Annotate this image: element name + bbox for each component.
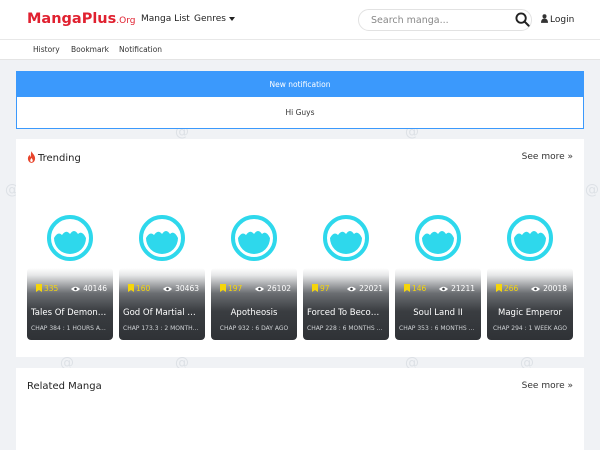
manga-title[interactable]: Tales Of Demons And Gods — [31, 308, 109, 318]
trending-label: Trending — [38, 153, 81, 164]
manga-card[interactable]: 266 20018 Magic Emperor CHAP 294 : 1 WEEK A… — [487, 268, 573, 340]
view-count-value: 30463 — [175, 284, 199, 293]
card-stats: 197 26102 — [211, 284, 297, 296]
related-title: Related Manga — [27, 381, 102, 392]
bookmark-count: 160 — [128, 284, 150, 293]
view-count: 21211 — [439, 284, 475, 293]
bookmark-count: 146 — [404, 284, 426, 293]
manga-cover-placeholder[interactable] — [506, 214, 554, 262]
trending-title: Trending — [27, 151, 81, 164]
latest-chapter[interactable]: CHAP 932 : 6 DAY AGO — [215, 325, 293, 332]
manga-cover-placeholder[interactable] — [138, 214, 186, 262]
manga-title[interactable]: Forced To Become The Villain's Son-In-La… — [307, 308, 385, 318]
bookmark-count: 335 — [36, 284, 58, 293]
bookmark-icon — [128, 284, 134, 292]
view-count: 26102 — [255, 284, 291, 293]
bookmark-count-value: 97 — [320, 284, 330, 293]
notification-body: Hi Guys — [285, 108, 315, 117]
caret-down-icon — [228, 16, 235, 21]
eye-icon — [531, 286, 541, 292]
eye-icon — [255, 286, 265, 292]
bookmark-icon — [404, 284, 410, 292]
bookmark-count-value: 197 — [228, 284, 243, 293]
manga-cover-placeholder[interactable] — [46, 214, 94, 262]
card-stats: 146 21211 — [395, 284, 481, 296]
top-header: MangaPlus.Org Manga List Genres Login — [0, 0, 600, 40]
card-stats: 335 40146 — [27, 284, 113, 296]
logo-main: MangaPlus — [27, 11, 117, 27]
latest-chapter[interactable]: CHAP 353 : 6 MONTHS AGO — [399, 325, 477, 332]
bookmark-count-value: 146 — [412, 284, 427, 293]
bookmark-count-value: 266 — [504, 284, 519, 293]
manga-title[interactable]: Apotheosis — [215, 308, 293, 318]
view-count-value: 26102 — [267, 284, 291, 293]
card-stats: 266 20018 — [487, 284, 573, 296]
manga-title[interactable]: Magic Emperor — [491, 308, 569, 318]
subnav-bookmark[interactable]: Bookmark — [71, 45, 109, 54]
nav-genres[interactable]: Genres — [194, 14, 235, 24]
eye-icon — [347, 286, 357, 292]
bookmark-count-value: 335 — [44, 284, 59, 293]
sub-navigation: History Bookmark Notification — [0, 40, 600, 60]
subnav-history[interactable]: History — [33, 45, 60, 54]
bookmark-icon — [312, 284, 318, 292]
related-see-more[interactable]: See more » — [522, 381, 573, 391]
flame-icon — [27, 151, 36, 163]
latest-chapter[interactable]: CHAP 384 : 1 HOURS AGO — [31, 325, 109, 332]
manga-card[interactable]: 97 22021 Forced To Become The Villain's So… — [303, 268, 389, 340]
nav-manga-list[interactable]: Manga List — [141, 14, 190, 24]
view-count-value: 21211 — [451, 284, 475, 293]
manga-card[interactable]: 197 26102 Apotheosis CHAP 932 : 6 DAY AGO — [211, 268, 297, 340]
manga-cover-placeholder[interactable] — [230, 214, 278, 262]
bookmark-icon — [496, 284, 502, 292]
subnav-notification[interactable]: Notification — [119, 45, 162, 54]
view-count-value: 20018 — [543, 284, 567, 293]
view-count: 22021 — [347, 284, 383, 293]
bookmark-count-value: 160 — [136, 284, 151, 293]
view-count-value: 40146 — [83, 284, 107, 293]
manga-cover-placeholder[interactable] — [322, 214, 370, 262]
latest-chapter[interactable]: CHAP 294 : 1 WEEK AGO — [491, 325, 569, 332]
latest-chapter[interactable]: CHAP 228 : 6 MONTHS AGO — [307, 325, 385, 332]
eye-icon — [439, 286, 449, 292]
notification-header: New notification — [17, 72, 583, 97]
related-section: Related Manga See more » — [16, 368, 584, 450]
search-input[interactable] — [371, 13, 505, 28]
user-icon — [541, 14, 548, 23]
search-icon[interactable] — [515, 12, 530, 27]
bookmark-icon — [36, 284, 42, 292]
view-count-value: 22021 — [359, 284, 383, 293]
view-count: 30463 — [163, 284, 199, 293]
search-box — [358, 9, 532, 31]
card-stats: 160 30463 — [119, 284, 205, 296]
genres-label: Genres — [194, 14, 226, 24]
bookmark-icon — [220, 284, 226, 292]
bookmark-count: 97 — [312, 284, 330, 293]
view-count: 20018 — [531, 284, 567, 293]
bookmark-count: 197 — [220, 284, 242, 293]
manga-card[interactable]: 335 40146 Tales Of Demons And Gods CHAP 384… — [27, 268, 113, 340]
notification-box: New notification Hi Guys — [16, 71, 584, 129]
manga-title[interactable]: Soul Land II — [399, 308, 477, 318]
card-stats: 97 22021 — [303, 284, 389, 296]
manga-cover-placeholder[interactable] — [414, 214, 462, 262]
eye-icon — [163, 286, 173, 292]
view-count: 40146 — [71, 284, 107, 293]
latest-chapter[interactable]: CHAP 173.3 : 2 MONTHS AGO — [123, 325, 201, 332]
manga-title[interactable]: God Of Martial Arts — [123, 308, 201, 318]
site-logo[interactable]: MangaPlus.Org — [27, 11, 135, 27]
trending-see-more[interactable]: See more » — [522, 152, 573, 162]
logo-suffix: .Org — [116, 16, 136, 26]
login-link[interactable]: Login — [541, 14, 574, 25]
manga-card[interactable]: 146 21211 Soul Land II CHAP 353 : 6 MONTHS … — [395, 268, 481, 340]
bookmark-count: 266 — [496, 284, 518, 293]
manga-card[interactable]: 160 30463 God Of Martial Arts CHAP 173.3 : … — [119, 268, 205, 340]
login-label: Login — [550, 15, 575, 25]
eye-icon — [71, 286, 81, 292]
